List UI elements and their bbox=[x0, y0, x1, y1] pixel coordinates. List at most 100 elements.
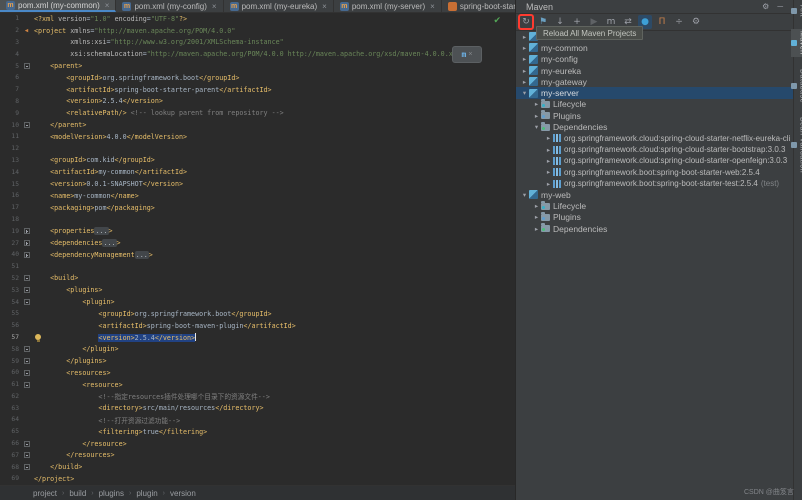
code-line[interactable]: 8 <version>2.5.4</version> bbox=[0, 96, 515, 108]
editor-tab[interactable]: m pom.xml (my-server) × bbox=[334, 0, 442, 12]
collapse-all-button[interactable]: ÷ bbox=[672, 15, 686, 29]
code-line[interactable]: 7 <artifactId>spring-boot-starter-parent… bbox=[0, 84, 515, 96]
code-line[interactable]: 63 <directory>src/main/resources</direct… bbox=[0, 402, 515, 414]
fold-expand-icon[interactable] bbox=[23, 228, 30, 235]
code-line[interactable]: 67 </resources> bbox=[0, 449, 515, 461]
code-line[interactable]: 51 bbox=[0, 261, 515, 273]
editor-tab[interactable]: m pom.xml (my-config) × bbox=[116, 0, 224, 12]
code-line[interactable]: 16 <name>my-common</name> bbox=[0, 190, 515, 202]
code-line[interactable]: 56 <artifactId>spring-boot-maven-plugin<… bbox=[0, 320, 515, 332]
breadcrumb-item[interactable]: plugins bbox=[99, 489, 124, 498]
chevron-right-icon[interactable]: ▸ bbox=[544, 134, 553, 142]
fold-gutter[interactable] bbox=[19, 369, 34, 376]
close-icon[interactable]: × bbox=[468, 51, 472, 58]
fold-collapse-icon[interactable] bbox=[23, 369, 30, 376]
code-line[interactable]: 27 <dependencies...> bbox=[0, 237, 515, 249]
fold-gutter[interactable] bbox=[19, 358, 34, 364]
tree-row[interactable]: ▸ my-eureka bbox=[516, 65, 794, 76]
tree-row[interactable]: ▸ Lifecycle bbox=[516, 98, 794, 110]
code-line[interactable]: 9 <relativePath/> <!-- lookup parent fro… bbox=[0, 107, 515, 119]
fold-gutter[interactable] bbox=[19, 381, 34, 388]
tree-row[interactable]: ▸ Dependencies bbox=[516, 223, 794, 234]
editor-tab[interactable]: m pom.xml (my-common) × bbox=[0, 0, 117, 12]
maven-reload-floating-widget[interactable]: m × bbox=[452, 46, 482, 63]
fold-collapse-icon[interactable] bbox=[23, 287, 30, 294]
fold-collapse-icon[interactable] bbox=[23, 346, 30, 353]
chevron-right-icon[interactable]: ▸ bbox=[532, 225, 541, 233]
fold-expand-icon[interactable] bbox=[23, 240, 30, 247]
code-line[interactable]: 4 xsi:schemaLocation="http://maven.apach… bbox=[0, 48, 515, 60]
tool-window-button-bean-validation[interactable]: Bean Validation bbox=[790, 115, 802, 175]
code-line[interactable]: 40 <dependencyManagement...> bbox=[0, 249, 515, 261]
intention-bulb-icon[interactable] bbox=[35, 334, 41, 342]
code-line[interactable]: 11 <modelVersion>4.0.0</modelVersion> bbox=[0, 131, 515, 143]
fold-gutter[interactable] bbox=[19, 251, 34, 258]
code-line[interactable]: 52 <build> bbox=[0, 273, 515, 285]
fold-collapse-icon[interactable] bbox=[23, 381, 30, 388]
tree-row[interactable]: ▸ Plugins bbox=[516, 211, 794, 223]
code-line[interactable]: 59 </plugins> bbox=[0, 355, 515, 367]
show-dependencies-button[interactable]: Π bbox=[655, 15, 669, 29]
fold-gutter[interactable] bbox=[19, 228, 34, 235]
tree-row[interactable]: ▸ org.springframework.cloud:spring-cloud-… bbox=[516, 155, 794, 166]
fold-gutter[interactable] bbox=[19, 240, 34, 247]
fold-collapse-icon[interactable] bbox=[23, 122, 30, 129]
chevron-right-icon[interactable]: ▸ bbox=[532, 213, 541, 221]
editor-tab[interactable]: m pom.xml (my-eureka) × bbox=[224, 0, 334, 12]
tree-row[interactable]: ▸ Lifecycle bbox=[516, 200, 794, 211]
hide-icon[interactable]: ─ bbox=[777, 2, 783, 11]
tool-window-button-ant[interactable]: Ant bbox=[790, 3, 802, 19]
code-line[interactable]: 53 <plugins> bbox=[0, 284, 515, 296]
chevron-down-icon[interactable]: ▾ bbox=[520, 89, 529, 97]
close-icon[interactable]: × bbox=[212, 2, 217, 11]
chevron-right-icon[interactable]: ▸ bbox=[520, 55, 529, 63]
reload-all-maven-projects-button[interactable]: ↻ bbox=[518, 14, 534, 30]
chevron-right-icon[interactable]: ▸ bbox=[520, 78, 529, 86]
code-line[interactable]: 61 <resource> bbox=[0, 379, 515, 391]
close-icon[interactable]: × bbox=[430, 2, 435, 11]
code-line[interactable]: 10 </parent> bbox=[0, 119, 515, 131]
code-editor[interactable]: 1 <?xml version="1.0" encoding="UTF-8"?> 2… bbox=[0, 13, 515, 485]
chevron-right-icon[interactable]: ▸ bbox=[544, 146, 553, 154]
breadcrumb-item[interactable]: project bbox=[33, 489, 57, 498]
code-line[interactable]: 14 <artifactId>my-common</artifactId> bbox=[0, 166, 515, 178]
code-line[interactable]: 17 <packaging>pom</packaging> bbox=[0, 202, 515, 214]
code-line[interactable]: 55 <groupId>org.springframework.boot</gr… bbox=[0, 308, 515, 320]
chevron-right-icon[interactable]: ▸ bbox=[544, 180, 553, 188]
breadcrumb-item[interactable]: build bbox=[69, 489, 86, 498]
tool-window-button-database[interactable]: Database bbox=[790, 67, 802, 105]
tree-row[interactable]: ▾ Dependencies bbox=[516, 121, 794, 132]
fold-collapse-icon[interactable] bbox=[23, 440, 30, 447]
code-line[interactable]: 12 bbox=[0, 143, 515, 155]
close-icon[interactable]: × bbox=[322, 2, 327, 11]
code-line[interactable]: 60 <resources> bbox=[0, 367, 515, 379]
fold-gutter[interactable] bbox=[19, 122, 34, 129]
fold-collapse-icon[interactable] bbox=[23, 299, 30, 306]
code-line[interactable]: 18 bbox=[0, 214, 515, 226]
chevron-right-icon[interactable]: ▸ bbox=[520, 67, 529, 75]
fold-gutter[interactable] bbox=[19, 464, 34, 471]
code-line[interactable]: 62 <!--指定resources插件处理哪个目录下的资源文件--> bbox=[0, 391, 515, 403]
close-icon[interactable]: × bbox=[105, 1, 110, 10]
fold-gutter[interactable] bbox=[19, 299, 34, 306]
code-line[interactable]: 13 <groupId>com.kid</groupId> bbox=[0, 155, 515, 167]
code-line[interactable]: 64 <!--打开资源过滤功能--> bbox=[0, 414, 515, 426]
code-line[interactable]: 6 <groupId>org.springframework.boot</gro… bbox=[0, 72, 515, 84]
fold-collapse-icon[interactable] bbox=[23, 275, 30, 282]
fold-gutter[interactable] bbox=[19, 440, 34, 447]
fold-expand-icon[interactable] bbox=[23, 251, 30, 258]
tree-row[interactable]: ▸ org.springframework.cloud:spring-cloud-… bbox=[516, 133, 794, 144]
chevron-right-icon[interactable]: ▸ bbox=[544, 157, 553, 165]
chevron-down-icon[interactable]: ▾ bbox=[532, 123, 541, 131]
tree-row[interactable]: ▸ Plugins bbox=[516, 110, 794, 121]
chevron-right-icon[interactable]: ▸ bbox=[532, 112, 541, 120]
fold-gutter[interactable] bbox=[19, 287, 34, 294]
code-line[interactable]: 1 <?xml version="1.0" encoding="UTF-8"?> bbox=[0, 13, 515, 25]
fold-gutter[interactable] bbox=[19, 346, 34, 353]
fold-collapse-icon[interactable] bbox=[23, 358, 30, 364]
fold-collapse-icon[interactable] bbox=[23, 63, 30, 70]
code-line[interactable]: 3 xmlns:xsi="http://www.w3.org/2001/XMLS… bbox=[0, 37, 515, 49]
tree-row[interactable]: ▸ org.springframework.cloud:spring-cloud-… bbox=[516, 144, 794, 155]
code-line[interactable]: 19 <properties...> bbox=[0, 225, 515, 237]
tree-row[interactable]: ▸ org.springframework.boot:spring-boot-st… bbox=[516, 178, 794, 189]
